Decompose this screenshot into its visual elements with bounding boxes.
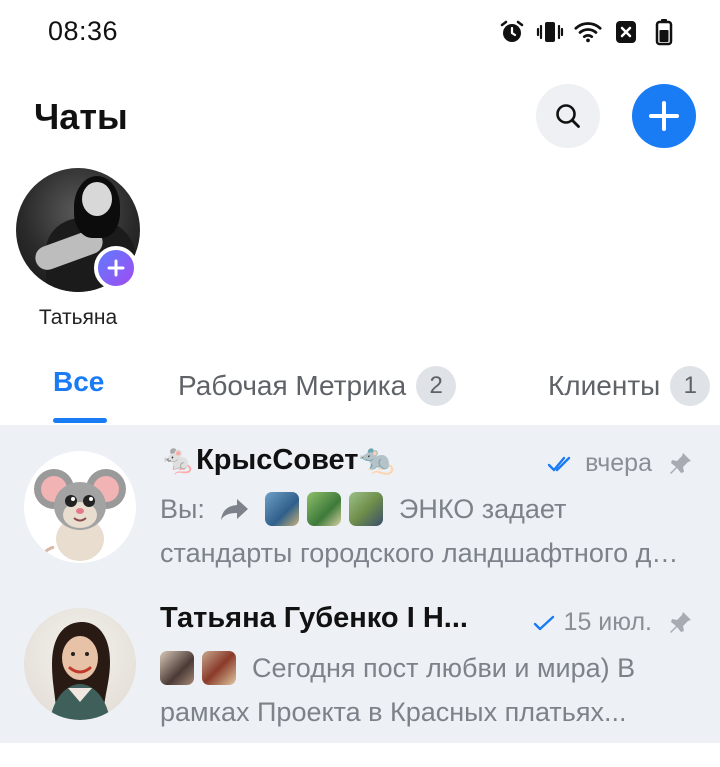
- preview-text: ЭНКО задает: [398, 494, 567, 524]
- status-bar: 08:36: [0, 0, 720, 64]
- tab-label: Все: [53, 366, 105, 397]
- chat-row[interactable]: 🐁КрысСовет🐀 вчера Вы: ЭНКО задает станда…: [0, 425, 720, 584]
- preview-text-line2: рамках Проекта в Красных платьях...: [160, 697, 627, 727]
- chat-avatar: [24, 451, 136, 563]
- chat-preview: Вы: ЭНКО задает стандарты городского лан…: [160, 487, 690, 575]
- chat-preview: Сегодня пост любви и мира) В рамках Прое…: [160, 646, 690, 734]
- tab-label: Рабочая Метрика: [178, 370, 407, 401]
- tab-all[interactable]: Все: [53, 366, 104, 398]
- media-thumbnail: [160, 651, 194, 685]
- status-icons: [498, 18, 678, 46]
- active-tab-indicator: [53, 418, 107, 423]
- preview-sender: Вы:: [160, 494, 205, 524]
- pin-icon: [670, 611, 691, 633]
- folder-tabs: Все Рабочая Метрика 2 Клиенты 1: [0, 352, 720, 424]
- double-check-icon: [547, 456, 571, 471]
- media-thumbnail: [306, 492, 341, 526]
- chat-row[interactable]: Татьяна Губенко I Н... 15 июл. Сегодня п…: [0, 584, 720, 743]
- media-thumbnail: [348, 492, 383, 526]
- page-title: Чаты: [34, 96, 128, 137]
- tab-clients[interactable]: Клиенты 1: [548, 366, 711, 406]
- battery-icon: [650, 18, 678, 46]
- new-chat-button[interactable]: [632, 84, 696, 148]
- unread-badge: 2: [416, 366, 457, 406]
- media-thumbnail: [264, 492, 299, 526]
- tab-work-metrika[interactable]: Рабочая Метрика 2: [178, 366, 457, 406]
- chat-avatar: [24, 608, 136, 720]
- preview-text: Сегодня пост любви и мира) В: [252, 653, 636, 683]
- search-button[interactable]: [536, 84, 600, 148]
- story-item[interactable]: Татьяна: [16, 168, 142, 330]
- check-icon: [533, 615, 554, 630]
- vibrate-icon: [536, 18, 564, 46]
- bottom-spacer: [0, 743, 720, 767]
- chat-meta: 15 июл.: [532, 608, 694, 637]
- media-thumbnail: [202, 651, 236, 685]
- plus-icon: [107, 259, 125, 277]
- chat-title: 🐁КрысСовет🐀: [160, 444, 395, 476]
- tab-label: Клиенты: [548, 370, 661, 401]
- alarm-icon: [498, 18, 526, 46]
- pin-icon: [670, 452, 691, 474]
- plus-icon: [649, 101, 679, 131]
- chat-meta: вчера: [547, 449, 694, 478]
- sim-off-icon: [612, 18, 640, 46]
- unread-badge: 1: [670, 366, 711, 406]
- chat-title: Татьяна Губенко I Н...: [160, 602, 468, 634]
- story-name: Татьяна: [38, 306, 118, 329]
- add-story-button[interactable]: [94, 246, 138, 290]
- header: Чаты: [0, 80, 720, 156]
- forward-icon: [220, 499, 248, 520]
- chat-time: 15 июл.: [563, 608, 652, 636]
- wifi-icon: [574, 18, 602, 46]
- status-time: 08:36: [48, 16, 119, 46]
- preview-text-line2: стандарты городского ландшафтного дизайн…: [160, 538, 688, 568]
- chat-list: 🐁КрысСовет🐀 вчера Вы: ЭНКО задает станда…: [0, 425, 720, 743]
- chat-time: вчера: [585, 449, 652, 477]
- search-icon: [556, 104, 580, 128]
